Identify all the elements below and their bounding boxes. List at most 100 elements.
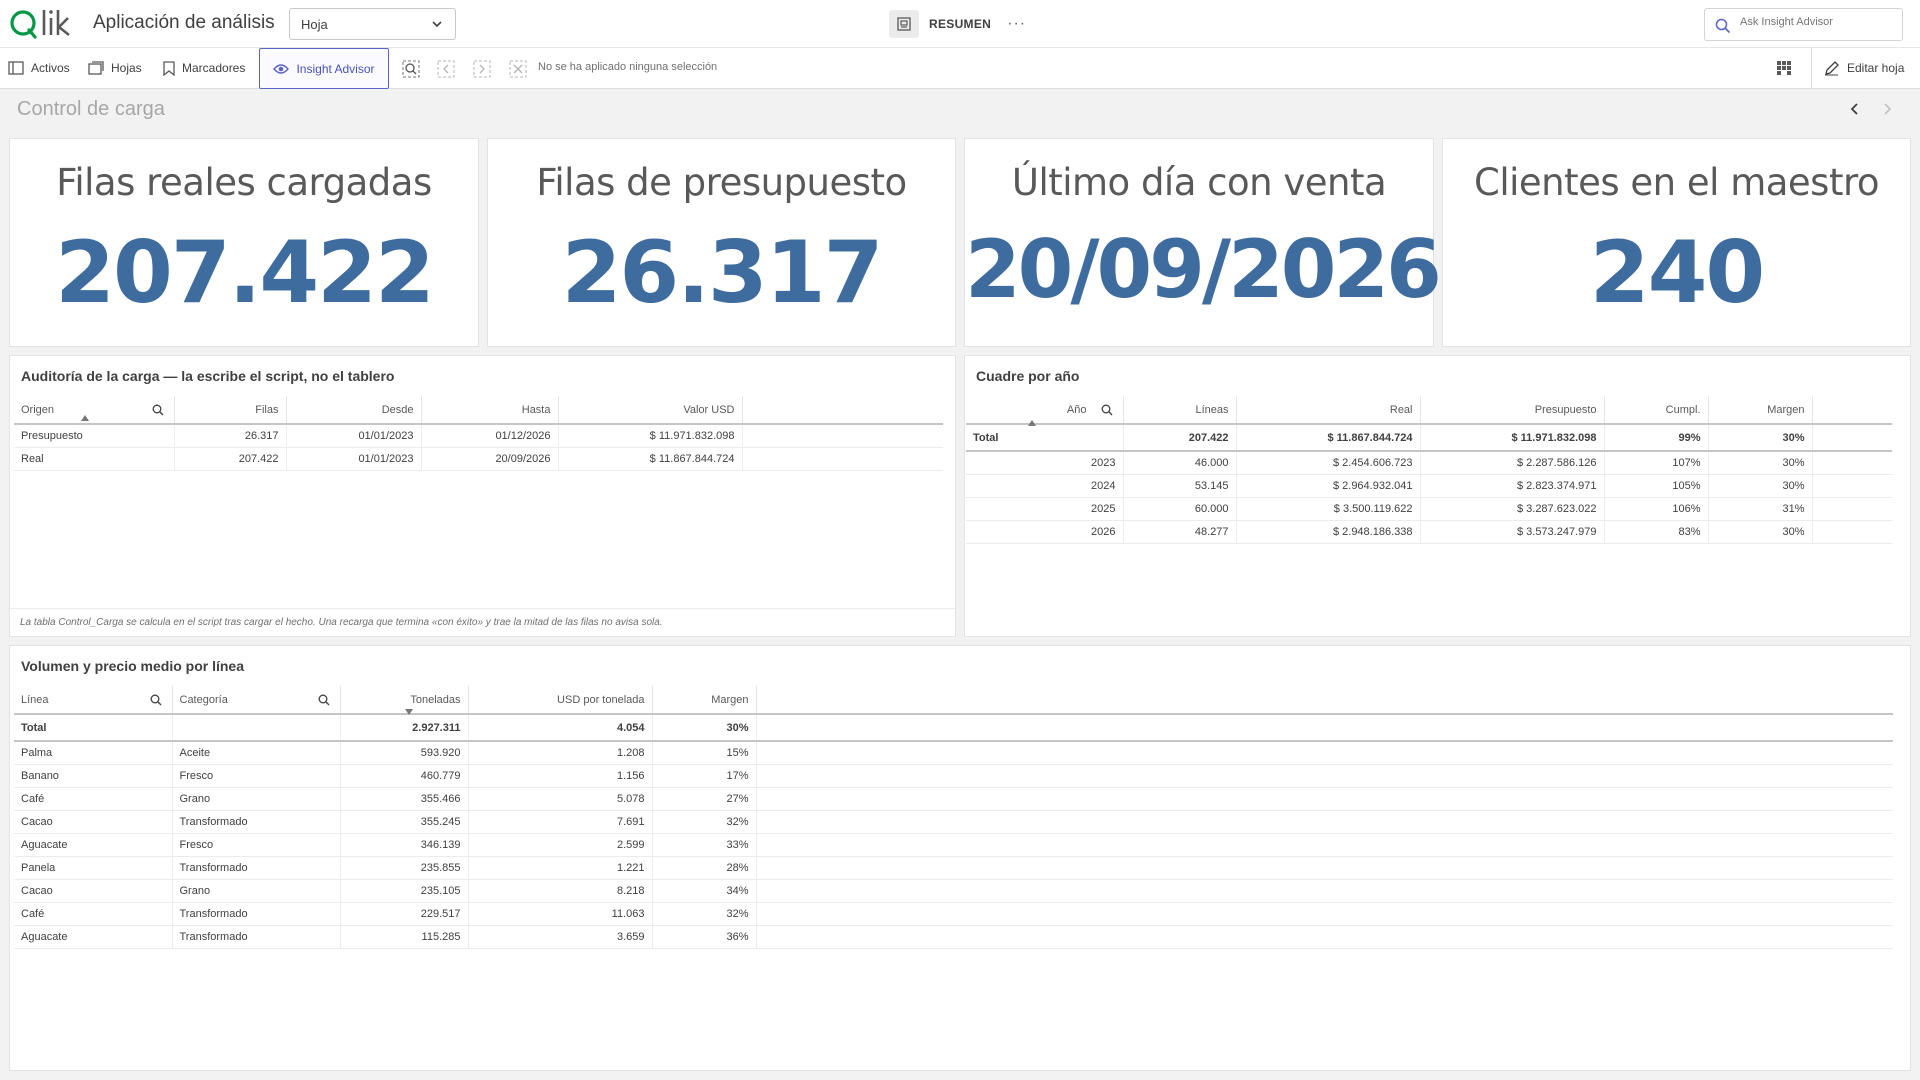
table-cell[interactable]: Cacao [14, 810, 173, 834]
grid-view-icon[interactable] [1776, 60, 1792, 76]
column-header[interactable]: Filas [174, 396, 287, 425]
table-cell[interactable]: Transformado [172, 902, 341, 926]
table-cell[interactable]: Café [14, 787, 173, 811]
kpi-card[interactable]: Filas de presupuesto 26.317 [487, 138, 956, 347]
column-header[interactable]: Desde [286, 396, 422, 425]
table-cell[interactable]: Cacao [14, 879, 173, 903]
column-header[interactable]: Año [966, 396, 1124, 426]
column-header[interactable]: Presupuesto [1420, 396, 1605, 425]
audit-panel[interactable]: Auditoría de la carga — la escribe el sc… [9, 355, 956, 637]
column-header[interactable]: Toneladas [340, 686, 469, 715]
table-cell: 31% [1708, 497, 1813, 521]
column-header-spacer [1812, 396, 1892, 425]
insight-advisor-button[interactable]: Insight Advisor [259, 48, 389, 89]
next-sheet-icon[interactable] [1880, 102, 1894, 116]
table-cell[interactable]: Fresco [172, 833, 341, 857]
sheet-view-control[interactable]: RESUMEN ··· [889, 10, 1026, 38]
table-cell[interactable]: Real [14, 447, 175, 471]
kpi-card[interactable]: Clientes en el maestro 240 [1442, 138, 1911, 347]
table-row[interactable]: 2026 48.277 $ 2.948.186.338 $ 3.573.247.… [966, 520, 1892, 544]
table-cell-spacer [1812, 474, 1892, 498]
table-row[interactable]: Palma Aceite 593.920 1.208 15% [14, 741, 1893, 765]
table-row[interactable]: Cacao Transformado 355.245 7.691 32% [14, 810, 1893, 834]
table-cell: 20/09/2026 [421, 447, 559, 471]
sort-ascending-icon [81, 415, 89, 421]
bookmarks-button[interactable]: Marcadores [163, 48, 245, 88]
column-header-spacer [742, 396, 943, 425]
table-cell[interactable]: Grano [172, 879, 341, 903]
table-row[interactable]: Presupuesto 26.317 01/01/2023 01/12/2026… [14, 424, 943, 448]
kpi-card[interactable]: Filas reales cargadas 207.422 [9, 138, 479, 347]
table-cell[interactable]: 2025 [966, 497, 1124, 521]
table-cell[interactable]: Transformado [172, 925, 341, 949]
table-cell[interactable]: Café [14, 902, 173, 926]
table-cell: 28% [652, 856, 757, 880]
table-cell[interactable]: Panela [14, 856, 173, 880]
table-cell[interactable]: Grano [172, 787, 341, 811]
table-cell[interactable]: 2024 [966, 474, 1124, 498]
column-header-label: Año [1066, 403, 1087, 416]
ask-insight-advisor-input[interactable] [1740, 16, 1895, 28]
sheet-selector-value: Hoja [301, 17, 328, 32]
column-header[interactable]: Cumpl. [1604, 396, 1709, 425]
table-cell[interactable]: Presupuesto [14, 424, 175, 448]
sheets-button[interactable]: Hojas [88, 48, 142, 88]
sheet-selector[interactable]: Hoja [289, 8, 456, 40]
table-row[interactable]: Banano Fresco 460.779 1.156 17% [14, 764, 1893, 788]
step-forward-icon[interactable] [473, 60, 491, 78]
clear-selections-icon[interactable] [509, 60, 527, 78]
previous-sheet-icon[interactable] [1848, 102, 1862, 116]
table-cell[interactable]: Aguacate [14, 833, 173, 857]
year-panel[interactable]: Cuadre por año Año Líneas Real Presupues… [964, 355, 1911, 637]
search-icon[interactable] [318, 694, 330, 706]
bookmarks-label: Marcadores [182, 61, 246, 75]
assets-button[interactable]: Activos [8, 48, 70, 88]
search-icon[interactable] [150, 694, 162, 706]
table-cell: 1.156 [468, 764, 653, 788]
sheet-title: Control de carga [17, 98, 165, 120]
table-row[interactable]: Aguacate Fresco 346.139 2.599 33% [14, 833, 1893, 857]
column-header[interactable]: Valor USD [558, 396, 743, 425]
table-cell[interactable]: Aguacate [14, 925, 173, 949]
table-row[interactable]: Aguacate Transformado 115.285 3.659 36% [14, 925, 1893, 949]
column-header[interactable]: Origen [14, 396, 175, 425]
column-header[interactable]: USD por tonelada [468, 686, 653, 715]
table-cell: Total [14, 714, 173, 742]
table-row[interactable]: Cacao Grano 235.105 8.218 34% [14, 879, 1893, 903]
table-cell[interactable]: 2026 [966, 520, 1124, 544]
table-row[interactable]: Real 207.422 01/01/2023 20/09/2026 $ 11.… [14, 447, 943, 471]
column-header[interactable]: Margen [1708, 396, 1813, 425]
column-header[interactable]: Margen [652, 686, 757, 715]
column-header[interactable]: Real [1236, 396, 1421, 425]
column-header[interactable]: Hasta [421, 396, 559, 425]
table-cell[interactable]: 2023 [966, 451, 1124, 475]
search-icon[interactable] [152, 404, 164, 416]
qlik-logo[interactable] [8, 6, 78, 42]
table-cell[interactable]: Banano [14, 764, 173, 788]
volume-panel[interactable]: Volumen y precio medio por línea Línea C… [9, 645, 1911, 1071]
table-cell[interactable]: Fresco [172, 764, 341, 788]
kpi-title: Último día con venta [1011, 161, 1387, 204]
search-icon[interactable] [1101, 404, 1113, 416]
kpi-card[interactable]: Último día con venta 20/09/2026 [964, 138, 1442, 347]
step-back-icon[interactable] [437, 60, 455, 78]
table-cell: 30% [652, 714, 757, 742]
edit-sheet-button[interactable]: Editar hoja [1811, 48, 1920, 88]
table-cell[interactable]: Palma [14, 741, 173, 765]
ask-insight-advisor[interactable] [1704, 8, 1903, 41]
more-options-icon[interactable]: ··· [1007, 15, 1026, 33]
column-header[interactable]: Líneas [1123, 396, 1237, 425]
table-cell[interactable]: Transformado [172, 856, 341, 880]
column-header[interactable]: Categoría [172, 686, 341, 715]
table-row[interactable]: Panela Transformado 235.855 1.221 28% [14, 856, 1893, 880]
table-cell[interactable]: Aceite [172, 741, 341, 765]
table-cell: $ 3.287.623.022 [1420, 497, 1605, 521]
table-row[interactable]: Café Transformado 229.517 11.063 32% [14, 902, 1893, 926]
table-row[interactable]: 2023 46.000 $ 2.454.606.723 $ 2.287.586.… [966, 451, 1892, 475]
smart-search-icon[interactable] [402, 60, 420, 78]
table-row[interactable]: 2025 60.000 $ 3.500.119.622 $ 3.287.623.… [966, 497, 1892, 521]
table-cell[interactable]: Transformado [172, 810, 341, 834]
table-row[interactable]: 2024 53.145 $ 2.964.932.041 $ 2.823.374.… [966, 474, 1892, 498]
column-header[interactable]: Línea [14, 686, 173, 715]
table-row[interactable]: Café Grano 355.466 5.078 27% [14, 787, 1893, 811]
